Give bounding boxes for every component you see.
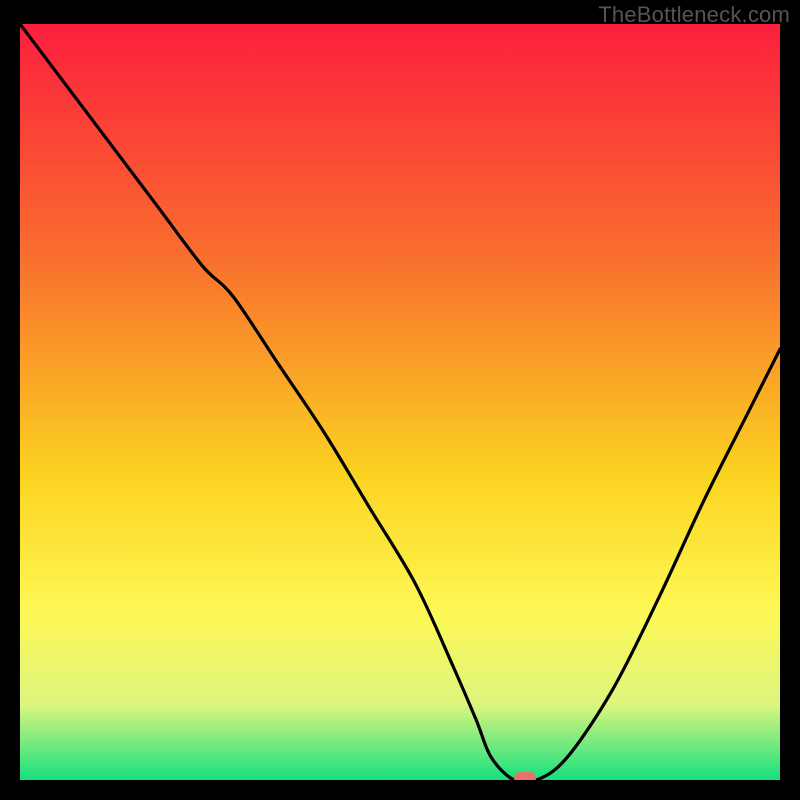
plot-area (20, 24, 780, 780)
watermark-text: TheBottleneck.com (598, 2, 790, 28)
bottleneck-curve (20, 24, 780, 780)
bottleneck-marker (514, 772, 536, 780)
chart-frame: TheBottleneck.com (0, 0, 800, 800)
